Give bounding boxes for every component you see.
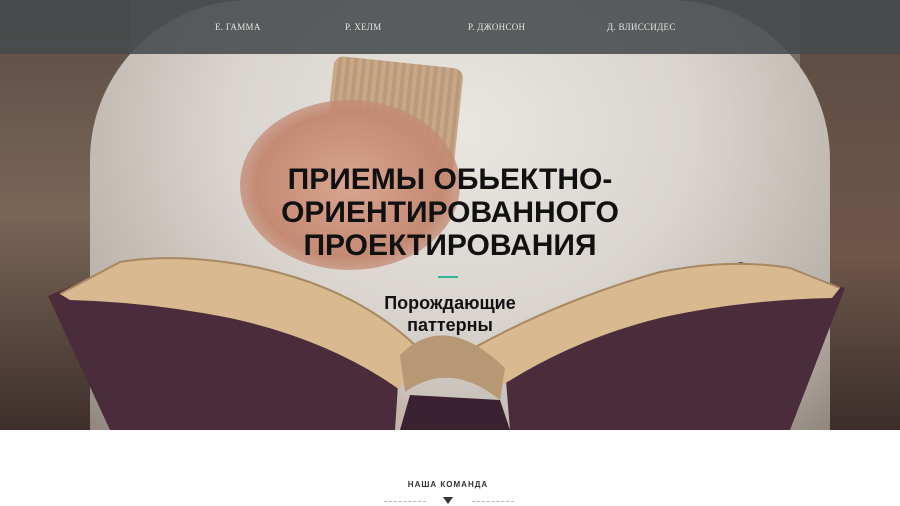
chevron-down-icon[interactable]: [443, 497, 453, 504]
hero-section: Е. ГАММА Р. ХЕЛМ Р. ДЖОНСОН Д. ВЛИССИДЕС…: [0, 0, 900, 430]
hero-title: ПРИЕМЫ ОБЬЕКТНО-ОРИЕНТИРОВАННОГО ПРОЕКТИ…: [281, 163, 619, 262]
nav-link-johnson[interactable]: Р. ДЖОНСОН: [468, 22, 525, 32]
top-navigation: Е. ГАММА Р. ХЕЛМ Р. ДЖОНСОН Д. ВЛИССИДЕС: [0, 0, 900, 54]
dashed-divider-left: [384, 501, 426, 502]
nav-link-gamma[interactable]: Е. ГАММА: [215, 22, 261, 32]
nav-link-helm[interactable]: Р. ХЕЛМ: [345, 22, 381, 32]
nav-link-vlissides[interactable]: Д. ВЛИССИДЕС: [607, 22, 676, 32]
hero-subtitle: Порождающие паттерны: [384, 293, 516, 335]
dashed-divider-right: [472, 501, 514, 502]
accent-divider: [438, 276, 458, 278]
team-section-heading: НАША КОМАНДА: [407, 480, 489, 489]
